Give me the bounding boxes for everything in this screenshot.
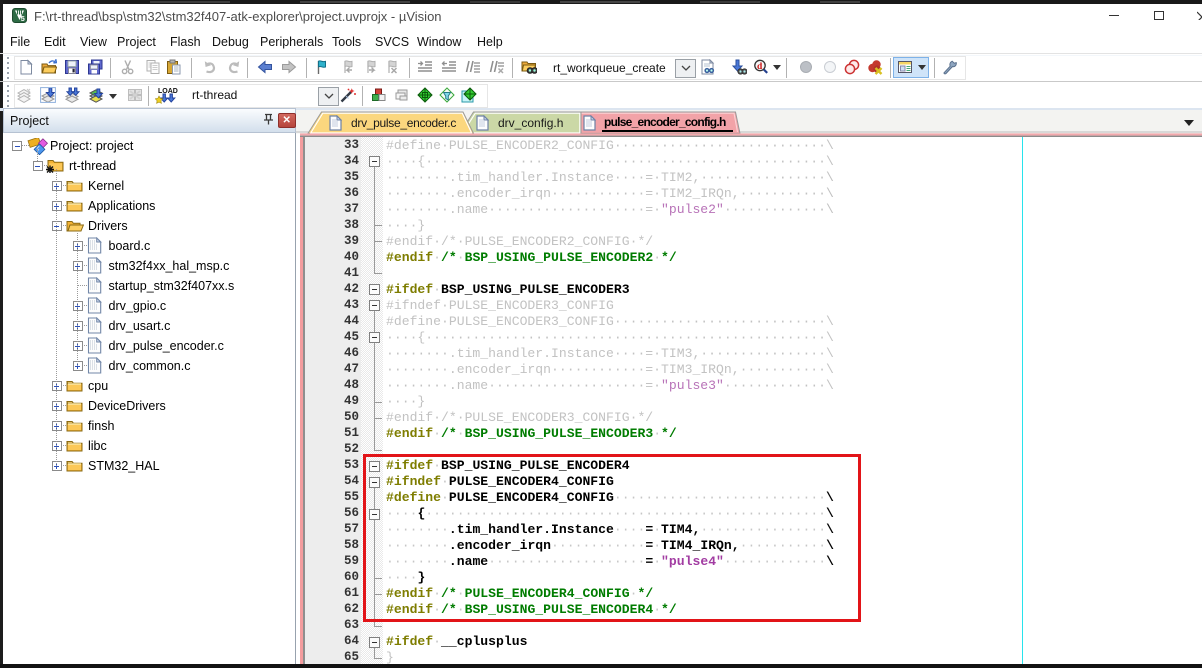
svg-text:5: 5: [21, 14, 25, 23]
svg-text:LOAD: LOAD: [158, 88, 178, 95]
svg-text:d: d: [757, 62, 763, 72]
